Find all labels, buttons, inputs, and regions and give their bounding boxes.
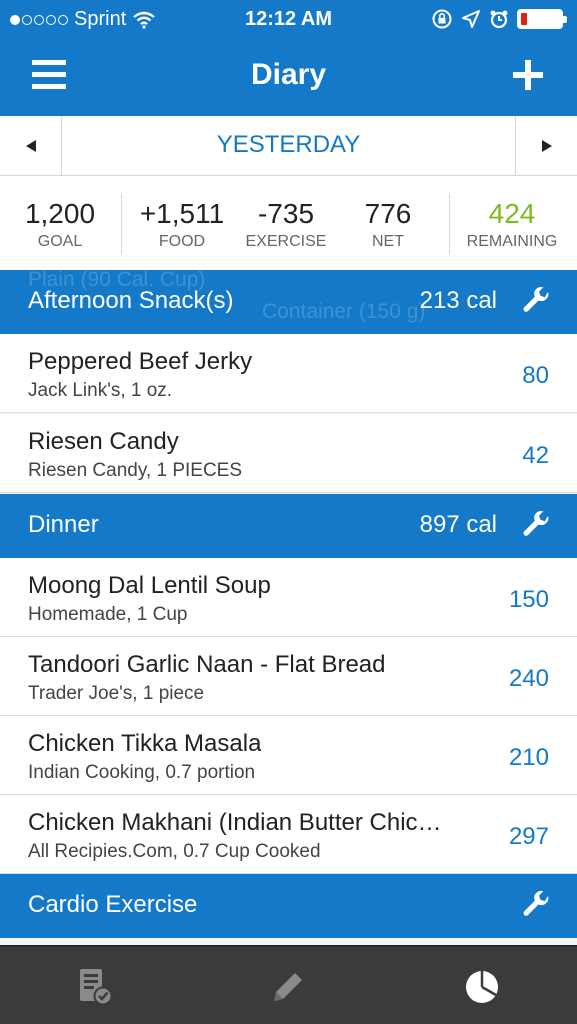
summary-food: +1,511 FOOD [132, 198, 232, 251]
battery-level-fill [521, 13, 527, 25]
food-value: +1,511 [139, 198, 225, 229]
diary-check-icon[interactable] [76, 967, 116, 1007]
summary-goal: 1,200 GOAL [12, 198, 108, 251]
net-value: 776 [364, 198, 412, 229]
page-title: Diary [250, 58, 327, 91]
next-day-button[interactable] [515, 116, 577, 175]
wrench-icon[interactable] [521, 890, 553, 922]
status-icons [431, 8, 567, 30]
plus-icon[interactable] [513, 60, 543, 90]
section-header-cardio-exercise[interactable]: Cardio Exercise [0, 874, 577, 938]
navigation-bar: Diary [0, 38, 577, 116]
food-name: Peppered Beef Jerky [28, 348, 253, 375]
rotation-lock-icon [432, 9, 452, 29]
food-calories: 42 [522, 442, 549, 469]
location-arrow-icon [462, 10, 480, 28]
food-name: Chicken Tikka Masala [28, 730, 262, 757]
summary-exercise: -735 EXERCISE [240, 198, 332, 251]
food-name: Chicken Makhani (Indian Butter Chic… [28, 809, 442, 836]
food-calories: 240 [508, 665, 549, 692]
section-title: Cardio Exercise [28, 891, 198, 918]
food-entry-row[interactable]: Peppered Beef Jerky Jack Link's, 1 oz. 8… [0, 334, 577, 413]
section-header-afternoon-snacks[interactable]: Plain (90 Cal. Cup) Container (150 g) Af… [0, 268, 577, 334]
food-detail: Trader Joe's, 1 piece [28, 683, 205, 704]
section-calories: 213 cal [419, 287, 497, 314]
wrench-icon[interactable] [521, 510, 553, 542]
triangle-left-icon [25, 139, 36, 152]
remaining-label: REMAINING [466, 233, 558, 250]
goal-label: GOAL [37, 233, 83, 250]
section-header-dinner[interactable]: Dinner 897 cal [0, 494, 577, 558]
alarm-clock-icon [490, 10, 508, 29]
status-bar: Sprint 12:12 AM [0, 0, 577, 38]
goal-value: 1,200 [24, 198, 96, 229]
food-entry-row[interactable]: Chicken Tikka Masala Indian Cooking, 0.7… [0, 716, 577, 795]
food-detail: Riesen Candy, 1 PIECES [28, 460, 243, 481]
food-calories: 210 [508, 744, 549, 771]
exercise-value: -735 [257, 198, 315, 229]
date-label[interactable]: YESTERDAY [62, 131, 515, 159]
food-detail: All Recipies.Com, 0.7 Cup Cooked [28, 841, 321, 862]
food-label: FOOD [158, 233, 206, 250]
tab-bar [0, 945, 577, 1024]
summary-divider [449, 194, 450, 254]
remaining-value: 424 [488, 198, 536, 229]
section-calories: 897 cal [419, 511, 497, 538]
food-calories: 297 [508, 823, 549, 850]
exercise-label: EXERCISE [245, 233, 327, 250]
section-title: Afternoon Snack(s) [28, 287, 234, 314]
calorie-summary: 1,200 GOAL +1,511 FOOD -735 EXERCISE 776… [0, 176, 577, 270]
food-entry-row[interactable]: Riesen Candy Riesen Candy, 1 PIECES 42 [0, 414, 577, 493]
section-title: Dinner [28, 511, 99, 538]
food-entry-row[interactable]: Chicken Makhani (Indian Butter Chic… All… [0, 795, 577, 874]
pie-chart-icon[interactable] [462, 967, 502, 1007]
food-entry-row[interactable]: Tandoori Garlic Naan - Flat Bread Trader… [0, 637, 577, 716]
triangle-right-icon [541, 139, 552, 152]
wrench-icon[interactable] [521, 286, 553, 318]
scrolled-ghost-text: Container (150 g) [262, 300, 426, 323]
food-detail: Jack Link's, 1 oz. [28, 380, 173, 401]
previous-day-button[interactable] [0, 116, 62, 175]
food-detail: Homemade, 1 Cup [28, 604, 188, 625]
battery-icon [517, 9, 567, 29]
summary-net: 776 NET [346, 198, 430, 251]
net-label: NET [372, 233, 404, 250]
food-entry-row[interactable]: Moong Dal Lentil Soup Homemade, 1 Cup 15… [0, 558, 577, 637]
food-calories: 80 [522, 362, 549, 389]
food-name: Riesen Candy [28, 428, 179, 455]
food-calories: 150 [508, 586, 549, 613]
food-detail: Indian Cooking, 0.7 portion [28, 762, 256, 783]
food-name: Tandoori Garlic Naan - Flat Bread [28, 651, 386, 678]
pencil-icon[interactable] [268, 967, 308, 1007]
summary-divider [121, 194, 122, 254]
food-name: Moong Dal Lentil Soup [28, 572, 271, 599]
date-navigator: YESTERDAY [0, 116, 577, 176]
summary-remaining: 424 REMAINING [458, 198, 566, 251]
